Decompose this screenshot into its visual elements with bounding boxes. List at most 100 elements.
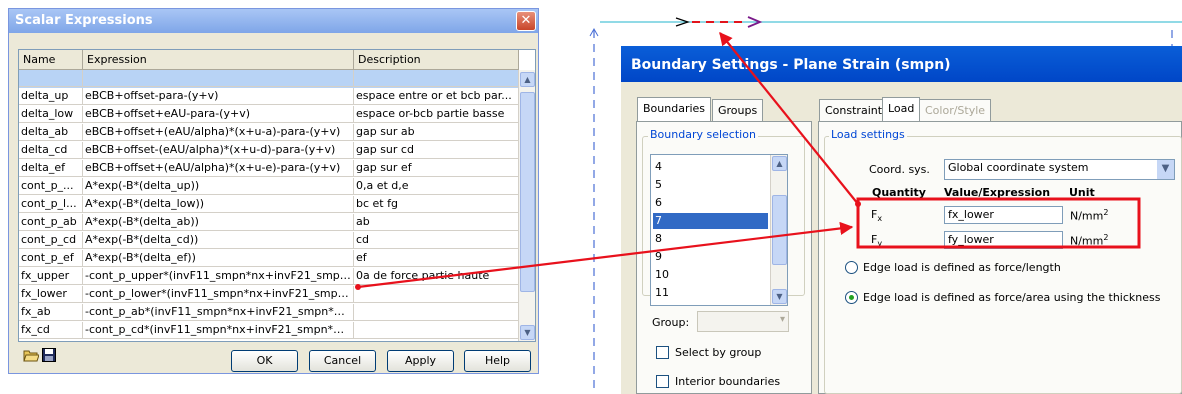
tab-groups[interactable]: Groups bbox=[712, 99, 764, 121]
table-cell-name[interactable] bbox=[19, 70, 83, 87]
table-cell-description[interactable]: gap sur ef bbox=[354, 160, 519, 177]
table-cell-expression[interactable]: A*exp(-B*(delta_ef)) bbox=[83, 250, 354, 267]
table-cell-description[interactable]: cd bbox=[354, 232, 519, 249]
column-header-description[interactable]: Description bbox=[354, 50, 519, 70]
list-item[interactable]: 10 bbox=[653, 267, 768, 283]
group-select[interactable]: ▾ bbox=[697, 311, 789, 332]
table-cell-description[interactable]: espace or-bcb partie basse bbox=[354, 106, 519, 123]
listbox-scrollbar[interactable]: ▲ ▼ bbox=[770, 155, 787, 305]
table-row[interactable]: cont_p_... A*exp(-B*(delta_up)) 0,a et d,e bbox=[19, 178, 519, 196]
table-cell-description[interactable]: 0a de force partie haute bbox=[354, 268, 519, 285]
table-row[interactable]: fx_ab -cont_p_ab*(invF11_smpn*nx+invF21_s… bbox=[19, 304, 519, 322]
force-length-radio[interactable] bbox=[845, 261, 858, 274]
table-row[interactable]: fx_cd -cont_p_cd*(invF11_smpn*nx+invF21_s… bbox=[19, 322, 519, 340]
vertical-scrollbar[interactable]: ▲ ▼ bbox=[518, 70, 535, 341]
apply-button[interactable]: Apply bbox=[387, 350, 454, 372]
boundary-listbox[interactable]: 4 5 6 7 8 9 10 11 ▲ ▼ bbox=[650, 154, 788, 306]
help-button[interactable]: Help bbox=[464, 350, 531, 372]
table-cell-expression[interactable]: -cont_p_ab*(invF11_smpn*nx+invF21_smpn*n… bbox=[83, 304, 354, 321]
tab-color-style[interactable]: Color/Style bbox=[919, 99, 992, 121]
table-cell-name[interactable]: delta_ab bbox=[19, 124, 83, 141]
table-cell-expression[interactable]: eBCB+offset+(eAU/alpha)*(x+u-a)-para-(y+… bbox=[83, 124, 354, 141]
list-item[interactable]: 9 bbox=[653, 249, 768, 265]
scroll-up-icon[interactable]: ▲ bbox=[772, 156, 787, 171]
list-item[interactable]: 8 bbox=[653, 231, 768, 247]
table-cell-name[interactable]: delta_ef bbox=[19, 160, 83, 177]
table-cell-expression[interactable]: eBCB+offset+(eAU/alpha)*(x+u-e)-para-(y+… bbox=[83, 160, 354, 177]
table-row[interactable]: cont_p_l... A*exp(-B*(delta_low)) bc et fg bbox=[19, 196, 519, 214]
table-cell-description[interactable]: espace entre or et bcb par... bbox=[354, 88, 519, 105]
table-row[interactable]: fx_lower -cont_p_lower*(invF11_smpn*nx+in… bbox=[19, 286, 519, 304]
table-row[interactable]: delta_cd eBCB+offset-(eAU/alpha)*(x+u-d)-… bbox=[19, 142, 519, 160]
table-row[interactable] bbox=[19, 70, 519, 88]
table-cell-description[interactable] bbox=[354, 322, 519, 339]
table-cell-expression[interactable]: -cont_p_upper*(invF11_smpn*nx+invF21_smp… bbox=[83, 268, 354, 285]
table-cell-description[interactable]: ef bbox=[354, 250, 519, 267]
table-cell-description[interactable] bbox=[354, 286, 519, 303]
table-cell-description[interactable]: gap sur ab bbox=[354, 124, 519, 141]
list-item[interactable]: 6 bbox=[653, 195, 768, 211]
table-row[interactable]: cont_p_ef A*exp(-B*(delta_ef)) ef bbox=[19, 250, 519, 268]
column-header-expression[interactable]: Expression bbox=[83, 50, 354, 70]
coord-sys-select[interactable]: Global coordinate system ▼ bbox=[944, 159, 1175, 180]
interior-boundaries-checkbox[interactable] bbox=[656, 375, 669, 388]
scroll-down-icon[interactable]: ▼ bbox=[772, 289, 787, 304]
table-row[interactable]: delta_ef eBCB+offset+(eAU/alpha)*(x+u-e)-… bbox=[19, 160, 519, 178]
fy-value-input[interactable]: fy_lower bbox=[944, 231, 1063, 249]
table-cell-name[interactable]: cont_p_l... bbox=[19, 196, 83, 213]
table-cell-description[interactable] bbox=[354, 70, 519, 87]
table-row[interactable]: delta_ab eBCB+offset+(eAU/alpha)*(x+u-a)-… bbox=[19, 124, 519, 142]
table-cell-name[interactable]: delta_cd bbox=[19, 142, 83, 159]
table-cell-expression[interactable]: A*exp(-B*(delta_low)) bbox=[83, 196, 354, 213]
table-cell-name[interactable]: fx_upper bbox=[19, 268, 83, 285]
table-cell-description[interactable] bbox=[354, 304, 519, 321]
table-cell-description[interactable]: 0,a et d,e bbox=[354, 178, 519, 195]
scrollbar-thumb[interactable] bbox=[772, 195, 787, 265]
fx-value-input[interactable]: fx_lower bbox=[944, 206, 1063, 224]
table-cell-expression[interactable]: -cont_p_cd*(invF11_smpn*nx+invF21_smpn*n… bbox=[83, 322, 354, 339]
scroll-down-icon[interactable]: ▼ bbox=[520, 325, 535, 340]
column-header-name[interactable]: Name bbox=[19, 50, 83, 70]
tab-load[interactable]: Load bbox=[882, 97, 921, 121]
list-item[interactable]: 7 bbox=[653, 213, 768, 229]
floppy-disk-icon[interactable] bbox=[42, 348, 56, 366]
table-row[interactable]: fx_upper -cont_p_upper*(invF11_smpn*nx+in… bbox=[19, 268, 519, 286]
table-cell-name[interactable]: fx_lower bbox=[19, 286, 83, 303]
table-cell-expression[interactable]: -cont_p_lower*(invF11_smpn*nx+invF21_smp… bbox=[83, 286, 354, 303]
table-cell-expression[interactable]: eBCB+offset-(eAU/alpha)*(x+u-d)-para-(y+… bbox=[83, 142, 354, 159]
list-item[interactable]: 4 bbox=[653, 159, 768, 175]
table-cell-description[interactable]: gap sur cd bbox=[354, 142, 519, 159]
select-by-group-checkbox[interactable] bbox=[656, 346, 669, 359]
table-cell-expression[interactable]: eBCB+offset-para-(y+v) bbox=[83, 88, 354, 105]
table-cell-name[interactable]: delta_low bbox=[19, 106, 83, 123]
folder-open-icon[interactable] bbox=[23, 348, 40, 366]
close-icon[interactable]: ✕ bbox=[516, 11, 536, 31]
list-item[interactable]: 11 bbox=[653, 285, 768, 301]
table-row[interactable]: delta_up eBCB+offset-para-(y+v) espace ent… bbox=[19, 88, 519, 106]
ok-button[interactable]: OK bbox=[231, 350, 298, 372]
force-area-radio[interactable] bbox=[845, 291, 858, 304]
table-cell-description[interactable]: bc et fg bbox=[354, 196, 519, 213]
table-cell-expression[interactable]: A*exp(-B*(delta_ab)) bbox=[83, 214, 354, 231]
table-cell-description[interactable]: ab bbox=[354, 214, 519, 231]
table-cell-expression[interactable]: A*exp(-B*(delta_up)) bbox=[83, 178, 354, 195]
tab-boundaries[interactable]: Boundaries bbox=[637, 97, 712, 121]
table-cell-name[interactable]: fx_cd bbox=[19, 322, 83, 339]
table-cell-expression[interactable] bbox=[83, 70, 354, 87]
list-item[interactable]: 5 bbox=[653, 177, 768, 193]
table-cell-expression[interactable]: A*exp(-B*(delta_cd)) bbox=[83, 232, 354, 249]
scrollbar-thumb[interactable] bbox=[520, 92, 535, 292]
tab-constraint[interactable]: Constraint bbox=[819, 99, 889, 121]
scroll-up-icon[interactable]: ▲ bbox=[520, 72, 535, 87]
table-cell-expression[interactable]: eBCB+offset+eAU-para-(y+v) bbox=[83, 106, 354, 123]
table-cell-name[interactable]: fx_ab bbox=[19, 304, 83, 321]
table-cell-name[interactable]: cont_p_ef bbox=[19, 250, 83, 267]
table-cell-name[interactable]: cont_p_cd bbox=[19, 232, 83, 249]
cancel-button[interactable]: Cancel bbox=[309, 350, 376, 372]
table-row[interactable]: delta_low eBCB+offset+eAU-para-(y+v) espac… bbox=[19, 106, 519, 124]
table-row[interactable]: cont_p_ab A*exp(-B*(delta_ab)) ab bbox=[19, 214, 519, 232]
table-cell-name[interactable]: cont_p_ab bbox=[19, 214, 83, 231]
table-cell-name[interactable]: delta_up bbox=[19, 88, 83, 105]
table-row[interactable]: cont_p_cd A*exp(-B*(delta_cd)) cd bbox=[19, 232, 519, 250]
table-cell-name[interactable]: cont_p_... bbox=[19, 178, 83, 195]
